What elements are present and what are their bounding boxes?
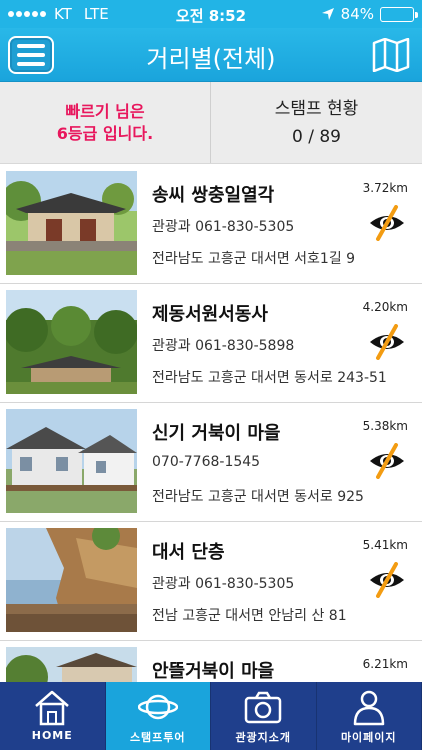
place-address: 전라남도 고흥군 대서면 동서로 243-51 — [152, 370, 387, 386]
summary-panel: 빠르기 님은 6등급 입니다. 스탬프 현황 0 / 89 — [0, 82, 422, 164]
user-grade: 빠르기 님은 6등급 입니다. — [0, 82, 211, 163]
place-name: 대서 단층 — [152, 542, 225, 563]
place-phone: 관광과 061-830-5898 — [152, 338, 295, 354]
tab-stamp-tour[interactable]: 스탬프투어 — [105, 682, 211, 750]
page-title: 거리별(전체) — [146, 45, 276, 73]
tab-tourist-spots[interactable]: 관광지소개 — [211, 682, 317, 750]
place-thumbnail — [6, 290, 137, 394]
tab-my-page[interactable]: 마이페이지 — [317, 682, 422, 750]
place-thumbnail — [6, 528, 137, 632]
camera-icon — [245, 691, 282, 724]
place-address: 전라남도 고흥군 대서면 서호1길 9 — [152, 251, 356, 267]
place-distance: 4.20km — [362, 300, 408, 314]
user-grade-line2: 6등급 입니다. — [56, 123, 154, 143]
tab-tourist-spots-label: 관광지소개 — [235, 731, 292, 744]
place-distance: 5.41km — [362, 538, 408, 552]
tab-stamp-tour-label: 스탬프투어 — [129, 731, 186, 744]
tab-my-page-label: 마이페이지 — [340, 731, 397, 744]
stamp-status-title: 스탬프 현황 — [274, 98, 359, 119]
battery-percent: 84% — [340, 5, 374, 23]
place-name: 송씨 쌍충일열각 — [152, 185, 275, 206]
place-name: 신기 거북이 마을 — [152, 423, 281, 444]
eye-slash-icon[interactable] — [368, 205, 406, 241]
map-icon[interactable] — [372, 38, 410, 72]
eye-slash-icon[interactable] — [368, 324, 406, 360]
place-thumbnail — [6, 409, 137, 513]
eye-slash-icon[interactable] — [368, 443, 406, 479]
status-bar: KT LTE 오전 8:52 84% — [0, 0, 422, 28]
location-arrow-icon — [321, 8, 334, 20]
list-item[interactable]: 대서 단층 5.41km 관광과 061-830-5305 전남 고흥군 대서면… — [0, 522, 422, 641]
place-phone: 070-7768-1545 — [152, 454, 261, 470]
place-name: 제동서원서동사 — [152, 304, 268, 325]
user-grade-line1: 빠르기 님은 — [65, 101, 145, 121]
stamp-status-count: 0 / 89 — [292, 126, 341, 147]
list-item[interactable]: 제동서원서동사 4.20km 관광과 061-830-5898 전라남도 고흥군… — [0, 284, 422, 403]
stamp-status: 스탬프 현황 0 / 89 — [211, 82, 422, 163]
planet-icon — [137, 694, 178, 720]
place-distance: 6.21km — [362, 657, 408, 671]
list-item[interactable]: 안뜰거북이 마을 6.21km — [0, 641, 422, 682]
person-icon — [353, 690, 384, 726]
place-distance: 3.72km — [362, 181, 408, 195]
tab-bar: HOME 스탬프투어 관광지소개 마이페이지 — [0, 682, 422, 750]
list-item[interactable]: 신기 거북이 마을 5.38km 070-7768-1545 전라남도 고흥군 … — [0, 403, 422, 522]
place-distance: 5.38km — [362, 419, 408, 433]
place-phone: 관광과 061-830-5305 — [152, 219, 295, 235]
eye-slash-icon[interactable] — [368, 562, 406, 598]
place-address: 전남 고흥군 대서면 안남리 산 81 — [152, 608, 347, 624]
nav-bar: 거리별(전체) — [0, 28, 422, 82]
battery-icon — [380, 6, 418, 22]
tab-home[interactable]: HOME — [0, 682, 106, 750]
place-address: 전라남도 고흥군 대서면 동서로 925 — [152, 489, 364, 505]
place-phone: 관광과 061-830-5305 — [152, 576, 295, 592]
list-item[interactable]: 송씨 쌍충일열각 3.72km 관광과 061-830-5305 전라남도 고흥… — [0, 165, 422, 284]
home-icon — [35, 690, 70, 726]
tab-home-label: HOME — [31, 729, 73, 742]
place-thumbnail — [6, 171, 137, 275]
place-thumbnail — [6, 647, 137, 682]
place-name: 안뜰거북이 마을 — [152, 661, 275, 682]
place-list: 송씨 쌍충일열각 3.72km 관광과 061-830-5305 전라남도 고흥… — [0, 165, 422, 682]
